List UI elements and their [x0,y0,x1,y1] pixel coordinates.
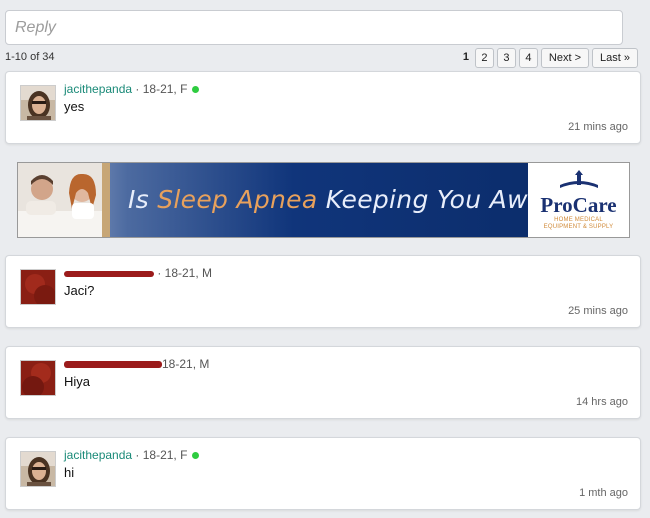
post-message: Hiya [64,374,91,389]
last-page-button[interactable]: Last » [592,48,638,68]
online-status-icon [192,452,200,460]
username-link[interactable]: jacithepanda [64,448,132,462]
avatar[interactable] [20,269,56,305]
ad-banner[interactable]: Is Sleep Apnea Keeping You Awake? ProCar… [17,162,630,238]
page-3-button[interactable]: 3 [496,48,516,68]
ad-brand-name: ProCare [540,193,617,217]
ad-photo [18,163,110,237]
user-demographics: · 18-21, F [132,448,188,462]
result-range: 1-10 of 34 [5,51,55,63]
house-logo-icon [560,170,598,188]
post-time: 21 mins ago [568,121,628,133]
user-demographics: · 18-21, F [132,82,188,96]
ad-headline: Is Sleep Apnea Keeping You Awake? [128,185,588,214]
page-4-button[interactable]: 4 [518,48,538,68]
username-link[interactable]: jacithepanda [64,82,132,96]
post-card: jacithepanda · 18-21, F hi 1 mth ago [5,437,641,510]
page-2-button[interactable]: 2 [474,48,494,68]
user-demographics: 18-21, M [162,357,210,371]
online-status-icon [192,86,200,94]
avatar[interactable] [20,360,56,396]
user-demographics: · 18-21, M [154,266,213,280]
post-time: 1 mth ago [579,487,628,499]
post-card: 18-21, M Hiya 14 hrs ago [5,346,641,419]
ad-logo: ProCare HOME MEDICAL EQUIPMENT & SUPPLY [528,163,629,237]
avatar[interactable] [20,451,56,487]
ad-brand-tagline: HOME MEDICAL EQUIPMENT & SUPPLY [543,217,614,230]
post-message: hi [64,465,75,480]
avatar[interactable] [20,85,56,121]
post-meta: jacithepanda · 18-21, F [64,82,200,96]
post-message: yes [64,99,85,114]
post-card: jacithepanda · 18-21, F yes 21 mins ago [5,71,641,144]
redacted-username [64,270,154,277]
post-message: Jaci? [64,283,95,298]
redacted-username [64,361,162,369]
post-meta: · 18-21, M [64,266,212,280]
next-page-button[interactable]: Next > [540,48,590,68]
page-1-current: 1 [462,51,469,63]
post-card: · 18-21, M Jaci? 25 mins ago [5,255,641,328]
pagination: 1 2 3 4 Next > Last » [460,48,638,68]
post-meta: jacithepanda · 18-21, F [64,448,200,462]
reply-input[interactable] [5,10,623,45]
post-time: 14 hrs ago [576,396,628,408]
post-meta: 18-21, M [64,357,209,371]
post-time: 25 mins ago [568,305,628,317]
